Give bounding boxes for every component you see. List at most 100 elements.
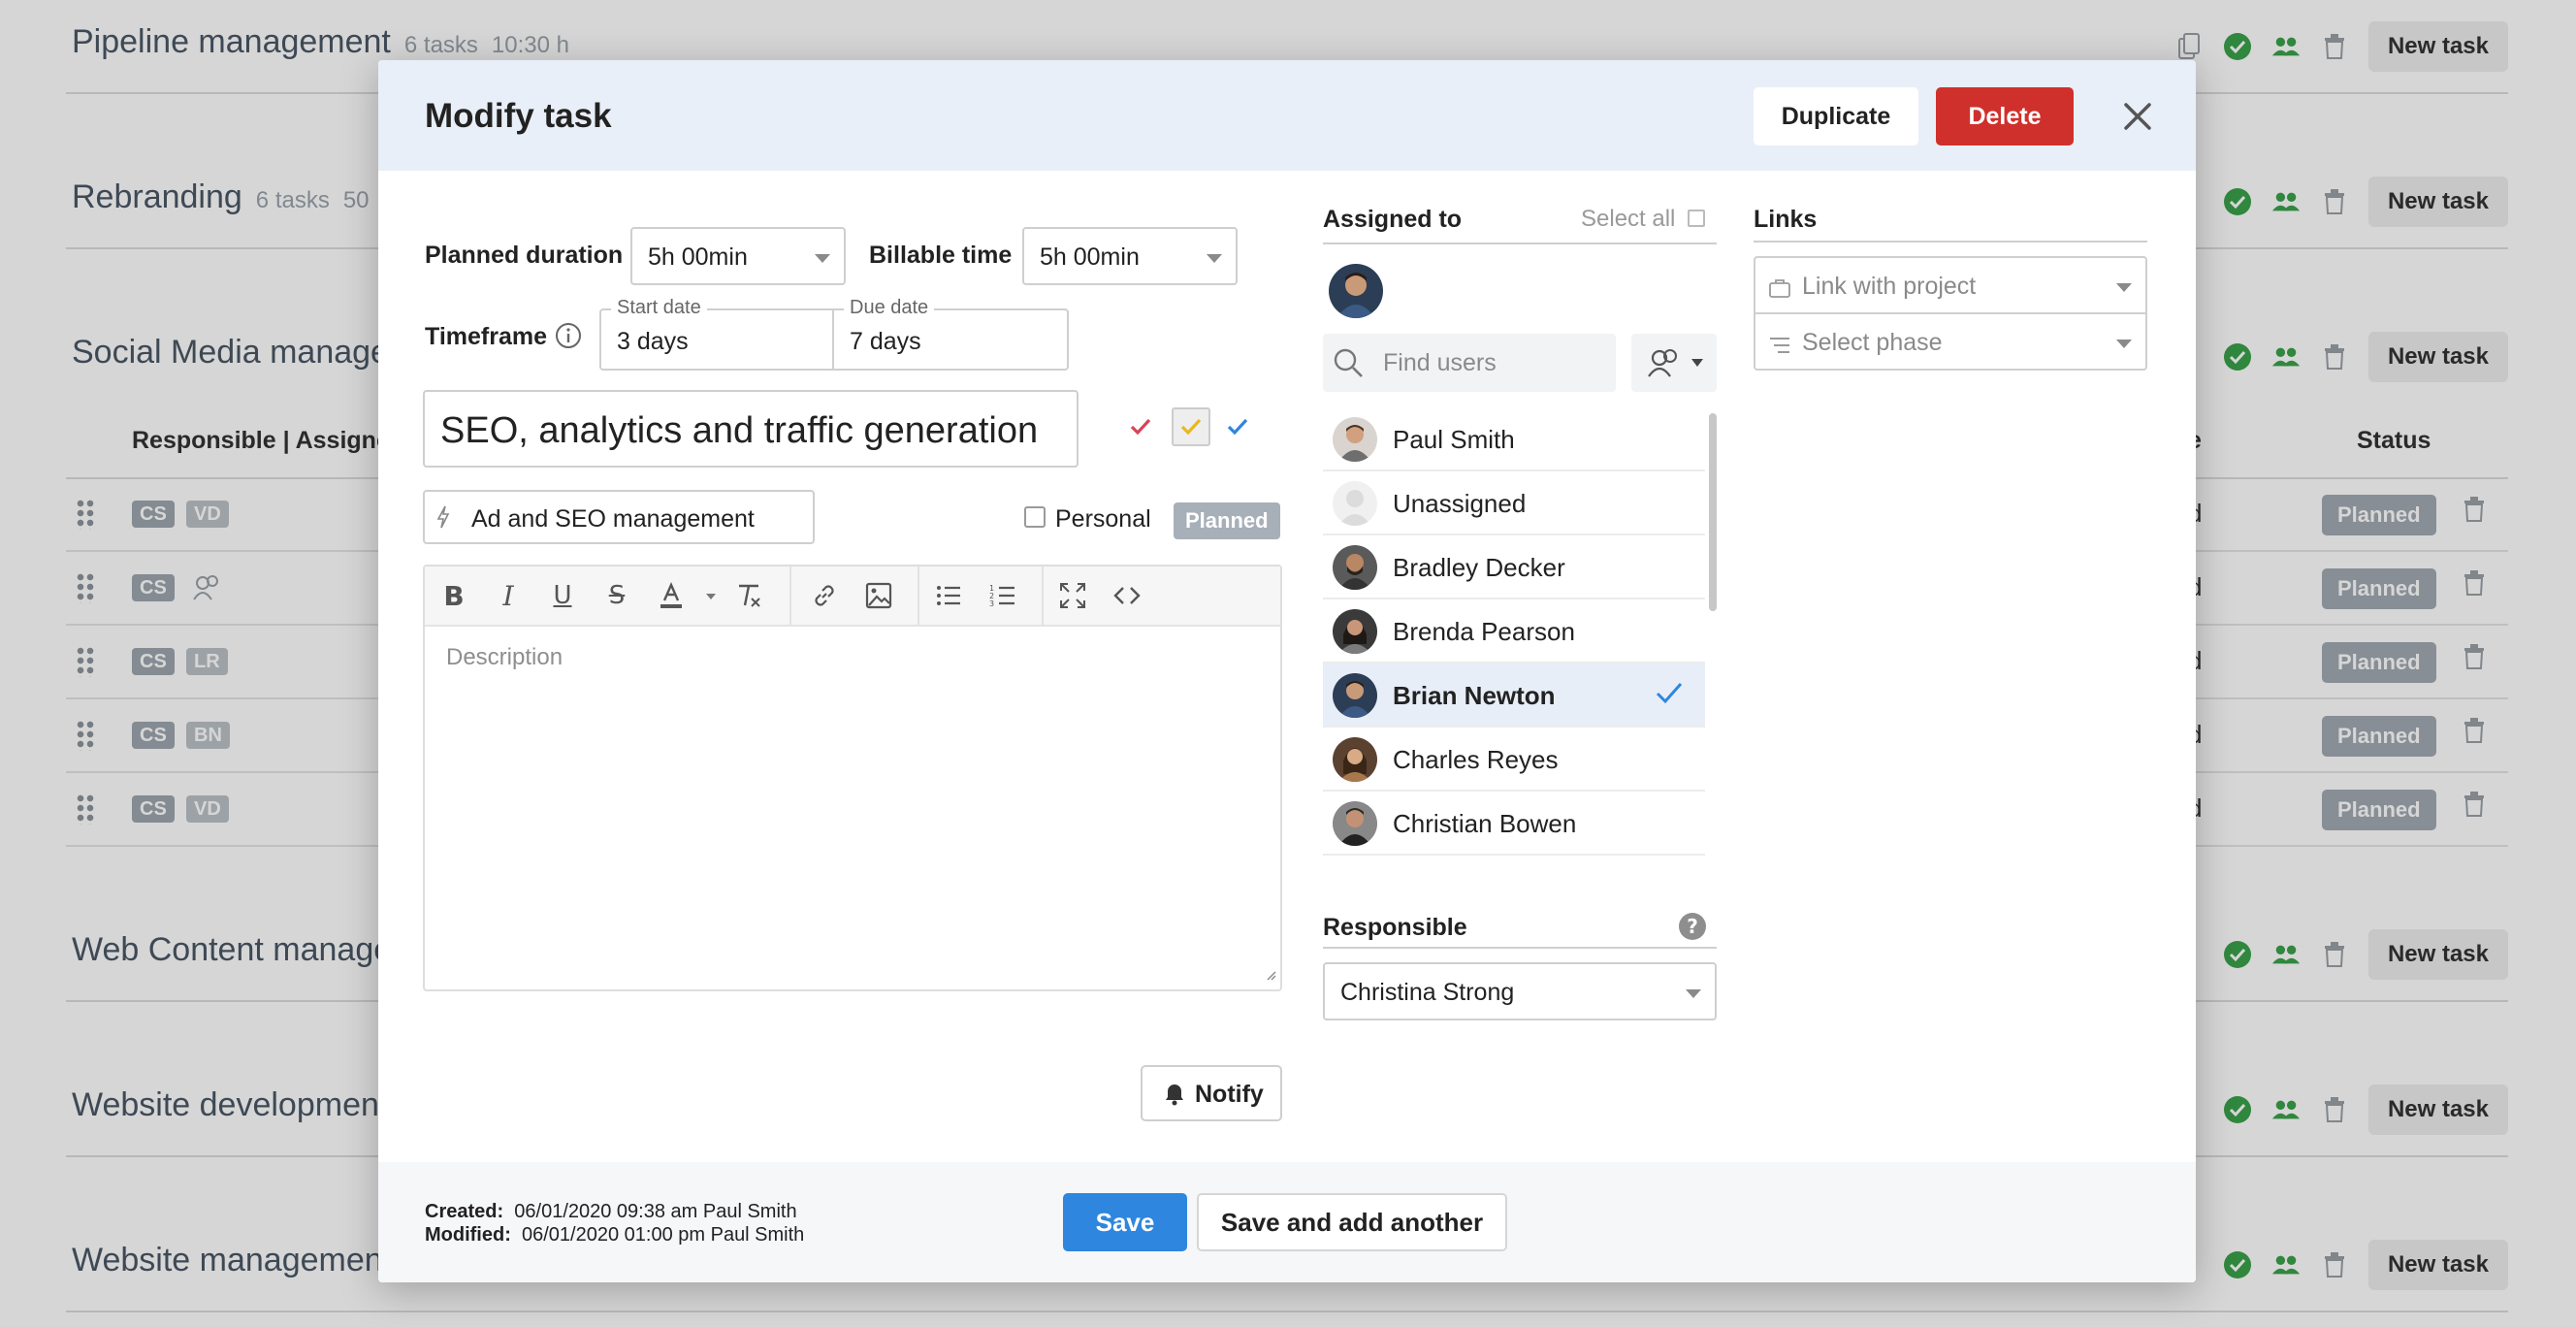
briefcase-icon	[1769, 276, 1790, 305]
modified-label: Modified:	[425, 1224, 511, 1246]
billable-time-select[interactable]: 5h 00min	[1022, 227, 1238, 285]
lightning-icon	[436, 505, 450, 534]
status-badge[interactable]: Planned	[1174, 502, 1280, 539]
list-item[interactable]: Charles Reyes	[1323, 728, 1705, 792]
search-icon	[1333, 347, 1364, 383]
assigned-to-label: Assigned to	[1323, 206, 1463, 233]
bell-icon	[1164, 1083, 1185, 1113]
select-all-label[interactable]: Select all	[1581, 206, 1675, 233]
due-date-label: Due date	[844, 297, 935, 319]
start-date-value: 3 days	[617, 328, 689, 355]
image-icon[interactable]	[861, 578, 896, 613]
save-button[interactable]: Save	[1063, 1193, 1187, 1251]
list-item[interactable]: Bradley Decker	[1323, 535, 1705, 599]
created-label: Created:	[425, 1201, 504, 1222]
clear-format-icon[interactable]	[731, 578, 766, 613]
select-all-checkbox[interactable]	[1688, 210, 1705, 227]
due-date-field[interactable]: Due date 7 days	[832, 297, 1069, 371]
avatar	[1333, 673, 1377, 718]
chevron-down-icon[interactable]	[706, 594, 716, 599]
responsible-select[interactable]: Christina Strong	[1323, 962, 1717, 1020]
avatar	[1333, 417, 1377, 462]
task-name-input[interactable]: SEO, analytics and traffic generation	[423, 390, 1079, 468]
toolbar-divider	[1042, 566, 1044, 625]
close-icon[interactable]	[2118, 97, 2157, 136]
responsible-value: Christina Strong	[1340, 979, 1515, 1006]
strikethrough-icon[interactable]: S	[599, 578, 634, 613]
link-project-select[interactable]: Link with project	[1754, 256, 2147, 314]
user-name: Christian Bowen	[1393, 809, 1577, 838]
phase-icon	[1769, 334, 1790, 362]
fullscreen-icon[interactable]	[1055, 578, 1090, 613]
find-users-input[interactable]: Find users	[1323, 334, 1616, 392]
info-icon[interactable]	[555, 322, 582, 354]
section-divider	[1323, 947, 1717, 949]
personal-label: Personal	[1055, 505, 1151, 533]
description-editor[interactable]: B I U S 123 Description	[423, 565, 1282, 991]
start-date-field[interactable]: Start date 3 days	[599, 297, 838, 371]
task-list-value: Ad and SEO management	[471, 505, 755, 533]
list-item[interactable]: Christian Bowen	[1323, 792, 1705, 856]
planned-duration-select[interactable]: 5h 00min	[630, 227, 846, 285]
user-group-icon	[1647, 347, 1680, 383]
links-label: Links	[1754, 206, 1818, 233]
avatar	[1333, 545, 1377, 590]
bullet-list-icon[interactable]	[931, 578, 966, 613]
underline-icon[interactable]: U	[545, 578, 580, 613]
yellow-check-icon[interactable]	[1172, 407, 1210, 446]
list-item[interactable]: Brenda Pearson	[1323, 599, 1705, 664]
avatar[interactable]	[1329, 264, 1383, 318]
link-project-placeholder: Link with project	[1802, 273, 1977, 300]
text-color-icon[interactable]	[654, 578, 689, 613]
help-icon[interactable]: ?	[1678, 912, 1707, 946]
user-list-scrollbar[interactable]	[1709, 413, 1717, 611]
dialog-footer: Created: 06/01/2020 09:38 am Paul Smith …	[378, 1162, 2196, 1282]
notify-button[interactable]: Notify	[1141, 1065, 1282, 1121]
created-info: Created: 06/01/2020 09:38 am Paul Smith	[425, 1201, 797, 1223]
created-value: 06/01/2020 09:38 am Paul Smith	[514, 1201, 797, 1222]
section-divider	[1323, 243, 1717, 244]
list-item[interactable]: Paul Smith	[1323, 407, 1705, 471]
user-name: Bradley Decker	[1393, 553, 1565, 582]
personal-checkbox[interactable]	[1024, 506, 1046, 528]
modify-task-dialog: Modify task Duplicate Delete Planned dur…	[378, 60, 2196, 1282]
billable-time-value: 5h 00min	[1040, 243, 1140, 271]
select-phase-select[interactable]: Select phase	[1754, 312, 2147, 371]
user-name: Paul Smith	[1393, 425, 1515, 454]
bold-icon[interactable]: B	[436, 578, 471, 613]
due-date-value: 7 days	[850, 328, 921, 355]
selected-check-icon	[1655, 681, 1684, 711]
list-item[interactable]: Unassigned	[1323, 471, 1705, 535]
modified-info: Modified: 06/01/2020 01:00 pm Paul Smith	[425, 1224, 804, 1246]
avatar	[1333, 481, 1377, 526]
chevron-down-icon	[815, 254, 830, 263]
chevron-down-icon	[2116, 340, 2132, 348]
avatar	[1333, 609, 1377, 654]
responsible-label: Responsible	[1323, 914, 1467, 941]
notify-label: Notify	[1195, 1081, 1264, 1108]
duplicate-button[interactable]: Duplicate	[1754, 87, 1918, 146]
planned-duration-label: Planned duration	[425, 242, 624, 269]
user-name: Brian Newton	[1393, 681, 1556, 710]
save-and-add-another-button[interactable]: Save and add another	[1197, 1193, 1507, 1251]
user-name: Brenda Pearson	[1393, 617, 1575, 646]
code-icon[interactable]	[1110, 578, 1144, 613]
resize-handle-icon[interactable]	[1265, 968, 1276, 986]
svg-text:3: 3	[989, 599, 994, 608]
list-item-selected[interactable]: Brian Newton	[1323, 664, 1705, 728]
task-list-select[interactable]: Ad and SEO management	[423, 490, 815, 544]
blue-check-icon[interactable]	[1226, 415, 1249, 443]
link-icon[interactable]	[807, 578, 842, 613]
avatar	[1333, 801, 1377, 846]
italic-icon[interactable]: I	[491, 578, 526, 613]
user-name: Unassigned	[1393, 489, 1527, 518]
description-placeholder: Description	[446, 644, 564, 670]
toolbar-divider	[918, 566, 919, 625]
delete-button[interactable]: Delete	[1936, 87, 2074, 146]
planned-duration-value: 5h 00min	[648, 243, 748, 271]
chevron-down-icon	[2116, 283, 2132, 292]
numbered-list-icon[interactable]: 123	[985, 578, 1020, 613]
red-check-icon[interactable]	[1129, 415, 1152, 443]
billable-time-label: Billable time	[869, 242, 1013, 269]
user-group-filter-button[interactable]	[1631, 334, 1717, 392]
